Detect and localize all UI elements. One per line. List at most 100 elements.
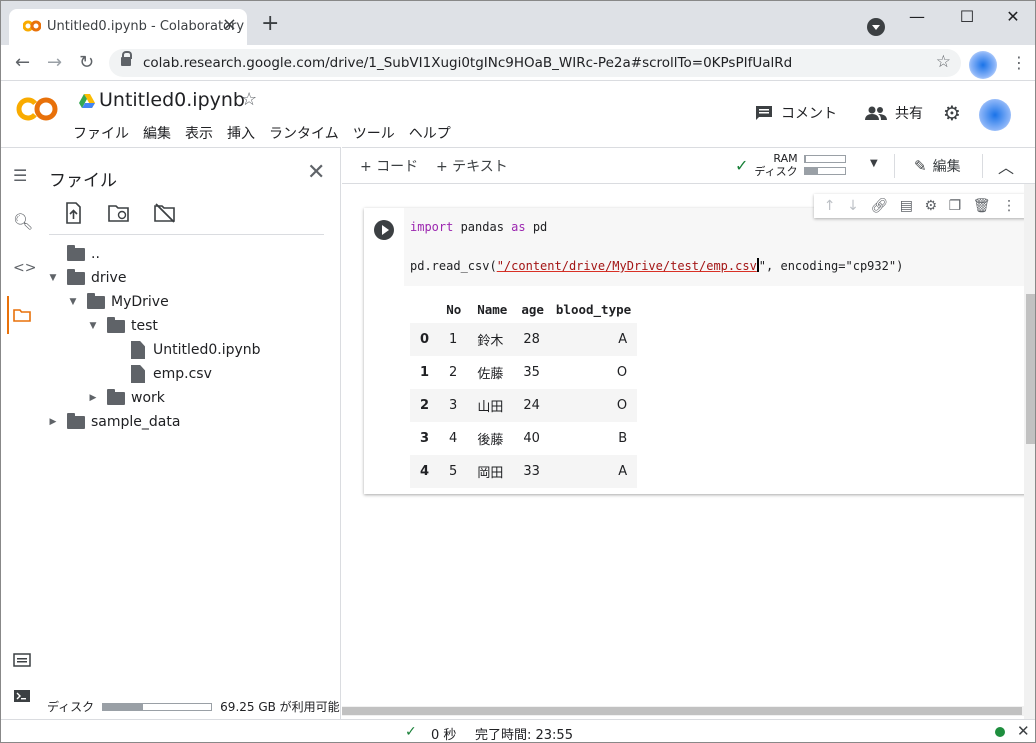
- tree-item-untitled0[interactable]: Untitled0.ipynb: [131, 338, 261, 362]
- toc-list-icon[interactable]: ☰: [13, 166, 27, 185]
- move-down-icon[interactable]: ↓: [847, 198, 859, 214]
- add-code-button[interactable]: + コード: [360, 156, 418, 176]
- menu-help[interactable]: ヘルプ: [409, 123, 451, 143]
- divider: [894, 154, 895, 178]
- folder-icon: [107, 388, 125, 405]
- maximize-icon[interactable]: ☐: [953, 7, 981, 27]
- comment-button[interactable]: コメント: [755, 103, 837, 123]
- vertical-scrollbar[interactable]: [1024, 184, 1035, 720]
- people-icon: [865, 106, 887, 120]
- minimize-icon[interactable]: —: [903, 7, 931, 27]
- menu-tools[interactable]: ツール: [353, 123, 395, 143]
- refresh-folder-icon[interactable]: [107, 202, 131, 224]
- notebook-title[interactable]: Untitled0.ipynb: [99, 89, 245, 111]
- comment-icon: [756, 106, 772, 120]
- scroll-thumb[interactable]: [342, 707, 1022, 715]
- row-index: 2: [420, 398, 430, 413]
- menu-edit[interactable]: 編集: [143, 123, 171, 143]
- share-button[interactable]: 共有: [865, 103, 923, 123]
- file-icon: [131, 341, 145, 359]
- chevron-right-icon[interactable]: ▶: [87, 393, 99, 403]
- tree-item-mydrive[interactable]: ▼ MyDrive: [67, 290, 169, 314]
- window-close-icon[interactable]: ✕: [999, 7, 1027, 27]
- more-options-icon[interactable]: ⋮: [1002, 198, 1016, 214]
- reload-icon[interactable]: ↻: [79, 53, 94, 73]
- menu-file[interactable]: ファイル: [73, 123, 129, 143]
- code-editor[interactable]: import pandas as pd pd.read_csv("/conten…: [404, 208, 1035, 286]
- column-header: Name: [477, 302, 508, 317]
- chevron-down-icon[interactable]: ▼: [67, 297, 79, 307]
- account-avatar[interactable]: [979, 99, 1011, 131]
- settings-gear-icon[interactable]: ⚙: [943, 101, 961, 125]
- unmount-drive-icon[interactable]: [153, 202, 177, 224]
- resources-dropdown-icon[interactable]: ▼: [870, 158, 878, 169]
- files-folder-icon[interactable]: [13, 308, 31, 322]
- cell-settings-icon[interactable]: ⚙: [925, 198, 938, 214]
- connected-check-icon: ✓: [735, 155, 749, 175]
- upload-icon[interactable]: [61, 202, 85, 224]
- colab-header: Untitled0.ipynb ☆ ファイル 編集 表示 挿入 ランタイム ツー…: [1, 81, 1035, 147]
- row-index: 3: [420, 431, 430, 446]
- tree-item-drive[interactable]: ▼ drive: [47, 266, 126, 290]
- menu-runtime[interactable]: ランタイム: [269, 123, 339, 143]
- close-status-icon[interactable]: ✕: [1017, 722, 1030, 740]
- comment-icon[interactable]: ▤: [900, 198, 913, 214]
- profile-avatar[interactable]: [969, 51, 997, 79]
- tree-item-test[interactable]: ▼ test: [87, 314, 158, 338]
- tree-item-parent[interactable]: ..: [67, 242, 100, 266]
- code-snippets-icon[interactable]: <>: [13, 260, 36, 276]
- comment-label: コメント: [781, 106, 837, 122]
- mirror-cell-icon[interactable]: ❐: [949, 198, 962, 214]
- code-cell[interactable]: import pandas as pd pd.read_csv("/conten…: [364, 208, 1035, 494]
- edit-button[interactable]: ✎ 編集: [914, 156, 961, 176]
- browser-menu-icon[interactable]: ⋮: [1011, 53, 1027, 72]
- tree-item-emp-csv[interactable]: emp.csv: [131, 362, 212, 386]
- terminal-icon[interactable]: [13, 689, 31, 703]
- google-drive-icon[interactable]: [79, 94, 95, 108]
- run-cell-icon[interactable]: [374, 220, 394, 240]
- horizontal-scrollbar[interactable]: [342, 706, 1024, 716]
- bookmark-star-icon[interactable]: ☆: [936, 52, 951, 72]
- menu-view[interactable]: 表示: [185, 123, 213, 143]
- tab-close-icon[interactable]: ×: [222, 15, 237, 35]
- tree-item-work[interactable]: ▶ work: [87, 386, 165, 410]
- close-panel-icon[interactable]: ✕: [307, 160, 325, 185]
- ram-label: RAM: [773, 152, 798, 165]
- table-cell: 24: [523, 398, 540, 413]
- collapse-chevron-up-icon[interactable]: ︿: [998, 154, 1014, 178]
- chevron-down-icon[interactable]: ▼: [87, 321, 99, 331]
- tree-item-sample-data[interactable]: ▶ sample_data: [47, 410, 180, 434]
- new-tab-icon[interactable]: +: [261, 13, 279, 35]
- elapsed-time: 0 秒: [431, 728, 457, 743]
- column-header: age: [521, 302, 544, 317]
- menu-insert[interactable]: 挿入: [227, 123, 255, 143]
- file-icon: [131, 365, 145, 383]
- share-label: 共有: [895, 106, 923, 122]
- completed-time: 完了時間: 23:55: [475, 728, 573, 743]
- chevron-right-icon[interactable]: ▶: [47, 417, 59, 427]
- link-icon[interactable]: 🔗︎: [870, 198, 888, 214]
- cell-toolbar: ↑ ↓ 🔗︎ ▤ ⚙ ❐ 🗑︎ ⋮: [814, 194, 1026, 218]
- tab-search-icon[interactable]: [867, 18, 885, 36]
- colab-logo[interactable]: [15, 95, 59, 123]
- column-header: No: [446, 302, 462, 317]
- delete-icon[interactable]: 🗑︎: [973, 198, 991, 214]
- move-up-icon[interactable]: ↑: [824, 198, 836, 214]
- chevron-down-icon[interactable]: ▼: [47, 273, 59, 283]
- resources-indicator[interactable]: ✓ RAM ディスク: [735, 152, 846, 178]
- url-text[interactable]: colab.research.google.com/drive/1_SubVI1…: [143, 55, 792, 71]
- add-text-button[interactable]: + テキスト: [436, 156, 508, 176]
- folder-icon: [67, 268, 85, 285]
- files-panel: ファイル ✕ .. ▼ drive ▼ MyDrive ▼ test Untit…: [41, 147, 341, 719]
- search-icon[interactable]: 🔍︎: [13, 212, 33, 231]
- forward-icon[interactable]: →: [47, 53, 62, 73]
- files-toolbar: [61, 202, 177, 224]
- star-icon[interactable]: ☆: [241, 89, 257, 110]
- browser-tab[interactable]: Untitled0.ipynb - Colaboratory ×: [9, 9, 247, 45]
- back-icon[interactable]: ←: [15, 53, 30, 73]
- table-cell: 佐藤: [477, 367, 504, 382]
- command-palette-icon[interactable]: [13, 653, 31, 667]
- scroll-thumb[interactable]: [1026, 294, 1035, 444]
- address-bar[interactable]: colab.research.google.com/drive/1_SubVI1…: [109, 49, 961, 77]
- ram-bar: [803, 155, 846, 163]
